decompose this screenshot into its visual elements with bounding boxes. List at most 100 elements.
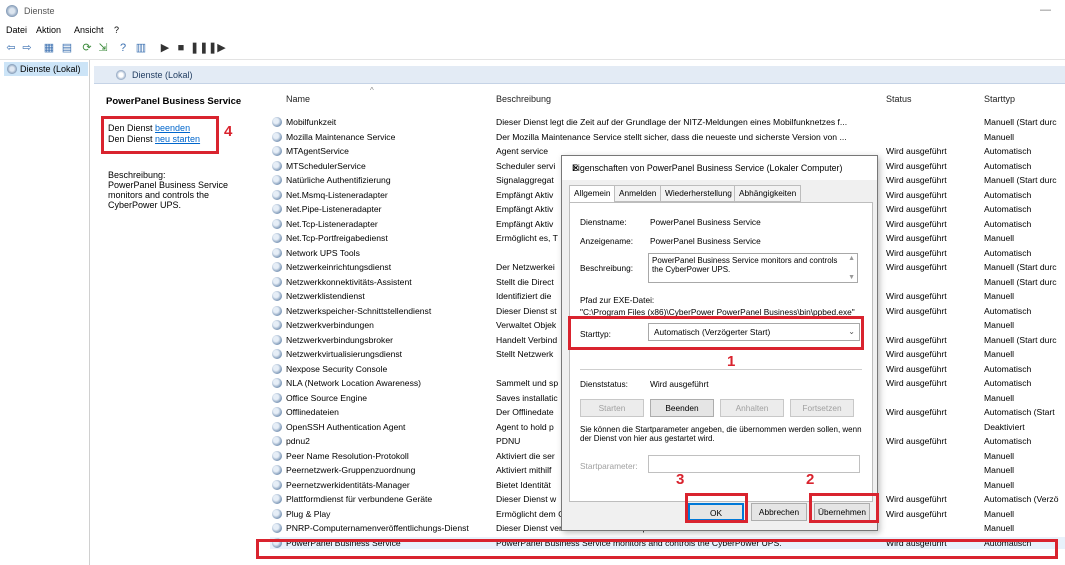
service-starttyp-cell: Manuell (Start durc bbox=[984, 262, 1057, 272]
abbrechen-button[interactable]: Abbrechen bbox=[751, 503, 807, 521]
gear-icon bbox=[7, 64, 17, 74]
column-header-starttyp[interactable]: Starttyp bbox=[984, 94, 1015, 104]
tab-allgemein[interactable]: Allgemein bbox=[569, 185, 616, 203]
console-tree-icon[interactable]: ▦ bbox=[42, 41, 56, 55]
service-name-cell: NLA (Network Location Awareness) bbox=[286, 378, 422, 388]
service-description-cell: Der Mozilla Maintenance Service stellt s… bbox=[496, 131, 847, 142]
service-status-cell: Wird ausgeführt bbox=[886, 349, 947, 359]
gear-icon bbox=[272, 305, 282, 316]
minimize-button[interactable]: — bbox=[1040, 4, 1051, 16]
service-status-cell: Wird ausgeführt bbox=[886, 494, 947, 504]
show-hide-icon[interactable]: ▤ bbox=[60, 41, 74, 55]
pause-service-icon[interactable]: ❚❚ bbox=[190, 41, 208, 55]
service-starttyp-cell: Automatisch bbox=[984, 436, 1032, 446]
service-starttyp-cell: Manuell bbox=[984, 320, 1015, 330]
menu-aktion[interactable]: Aktion bbox=[36, 25, 61, 35]
annotation-number-3: 3 bbox=[676, 471, 685, 488]
service-starttyp-cell: Automatisch bbox=[984, 204, 1032, 214]
service-status-cell: Wird ausgeführt bbox=[886, 436, 947, 446]
column-header-status[interactable]: Status bbox=[886, 94, 912, 104]
annotation-number-4: 4 bbox=[224, 123, 233, 140]
service-starttyp-cell: Automatisch bbox=[984, 189, 1032, 200]
service-starttyp-cell: Automatisch bbox=[984, 305, 1032, 316]
service-starttyp-cell: Manuell bbox=[984, 392, 1015, 403]
service-status-cell: Wird ausgeführt bbox=[886, 262, 947, 272]
service-name-cell: Netzwerkeinrichtungsdienst bbox=[286, 262, 392, 272]
service-status-cell: Wird ausgeführt bbox=[886, 407, 947, 417]
properties-icon[interactable]: ▥ bbox=[134, 41, 148, 55]
beschreibung-textarea[interactable]: PowerPanel Business Service monitors and… bbox=[648, 253, 858, 283]
service-starttyp-cell: Manuell bbox=[984, 233, 1015, 243]
tab-abhaengigkeiten[interactable]: Abhängigkeiten bbox=[734, 185, 802, 202]
service-starttyp-cell: Manuell bbox=[984, 508, 1015, 519]
annotation-number-1: 1 bbox=[727, 353, 736, 370]
start-service-icon[interactable]: ▶ bbox=[158, 41, 172, 55]
gear-icon bbox=[272, 363, 282, 374]
fortsetzen-button[interactable]: Fortsetzen bbox=[790, 399, 854, 417]
gear-icon bbox=[272, 291, 282, 301]
service-name-cell: Nexpose Security Console bbox=[286, 363, 388, 374]
anhalten-button[interactable]: Anhalten bbox=[720, 399, 784, 417]
service-starttyp-cell: Manuell (Start durc bbox=[984, 175, 1057, 185]
service-name-cell: Mozilla Maintenance Service bbox=[286, 131, 396, 142]
gear-icon bbox=[272, 523, 282, 533]
scroll-up-icon[interactable]: ▲ bbox=[848, 255, 855, 262]
stop-service-icon[interactable]: ■ bbox=[174, 41, 188, 55]
startparam-label: Startparameter: bbox=[580, 461, 638, 471]
forward-arrow-icon[interactable]: ⇨ bbox=[20, 41, 34, 55]
service-status-cell: Wird ausgeführt bbox=[886, 204, 947, 214]
tab-panel-allgemein: Dienstname: PowerPanel Business Service … bbox=[569, 202, 873, 502]
service-status-cell: Wird ausgeführt bbox=[886, 305, 947, 316]
tree-node-label: Dienste (Lokal) bbox=[20, 64, 81, 74]
table-row[interactable]: Mobilfunkzeit Dieser Dienst legt die Zeit… bbox=[270, 116, 1065, 128]
service-name-cell: Office Source Engine bbox=[286, 392, 368, 403]
tab-wiederherstellung[interactable]: Wiederherstellung bbox=[660, 185, 737, 202]
gear-icon bbox=[272, 479, 282, 490]
column-header-name[interactable]: Name bbox=[286, 94, 310, 104]
dialog-title-bar: Eigenschaften von PowerPanel Business Se… bbox=[562, 156, 877, 180]
service-name-cell: Offlinedateien bbox=[286, 407, 339, 417]
window-title: Dienste bbox=[24, 6, 55, 16]
help-icon[interactable]: ? bbox=[116, 41, 130, 55]
scroll-down-icon[interactable]: ▼ bbox=[848, 274, 855, 281]
gear-icon bbox=[272, 450, 282, 461]
beenden-button[interactable]: Beenden bbox=[650, 399, 714, 417]
gear-icon bbox=[272, 320, 282, 330]
column-header-description[interactable]: Beschreibung bbox=[496, 94, 551, 104]
service-status-cell: Wird ausgeführt bbox=[886, 218, 947, 229]
refresh-icon[interactable]: ⟳ bbox=[80, 41, 94, 55]
tree-node-dienste-lokal[interactable]: Dienste (Lokal) bbox=[4, 62, 88, 76]
service-name-cell: PNRP-Computernamenveröffentlichungs-Dien… bbox=[286, 523, 469, 533]
close-icon[interactable]: ✕ bbox=[572, 163, 869, 174]
table-row[interactable]: Mozilla Maintenance Service Der Mozilla M… bbox=[270, 131, 1065, 143]
back-arrow-icon[interactable]: ⇦ bbox=[4, 41, 18, 55]
menu-ansicht[interactable]: Ansicht bbox=[74, 25, 104, 35]
service-name-cell: Net.Tcp-Listeneradapter bbox=[286, 218, 378, 229]
menu-datei[interactable]: Datei bbox=[6, 25, 27, 35]
service-status-cell: Wird ausgeführt bbox=[886, 233, 947, 243]
service-name-cell: pdnu2 bbox=[286, 436, 310, 446]
annotation-number-2: 2 bbox=[806, 471, 815, 488]
beschreibung-text: PowerPanel Business Service monitors and… bbox=[652, 256, 838, 274]
window-title-bar: Dienste — bbox=[0, 0, 1065, 22]
service-starttyp-cell: Deaktiviert bbox=[984, 421, 1025, 432]
service-name-cell: Plattformdienst für verbundene Geräte bbox=[286, 494, 433, 504]
export-list-icon[interactable]: ⇲ bbox=[96, 41, 110, 55]
service-description-cell: Dieser Dienst legt die Zeit auf der Grun… bbox=[496, 117, 848, 127]
annotation-box-1 bbox=[568, 316, 864, 350]
menu-help[interactable]: ? bbox=[114, 25, 119, 35]
services-app-icon bbox=[6, 5, 18, 17]
starten-button[interactable]: Starten bbox=[580, 399, 644, 417]
service-status-cell: Wird ausgeführt bbox=[886, 175, 947, 185]
service-status-cell: Wird ausgeführt bbox=[886, 160, 947, 171]
annotation-box-4 bbox=[101, 116, 219, 154]
gear-icon bbox=[272, 262, 282, 272]
restart-service-icon[interactable]: ❚▶ bbox=[208, 41, 226, 55]
dienstname-value: PowerPanel Business Service bbox=[650, 217, 761, 227]
tab-anmelden[interactable]: Anmelden bbox=[614, 185, 662, 202]
dienstname-label: Dienstname: bbox=[580, 217, 627, 227]
gear-icon bbox=[272, 175, 282, 185]
service-starttyp-cell: Manuell bbox=[984, 479, 1015, 490]
service-name-cell: Natürliche Authentifizierung bbox=[286, 175, 391, 185]
gear-icon bbox=[272, 349, 282, 359]
